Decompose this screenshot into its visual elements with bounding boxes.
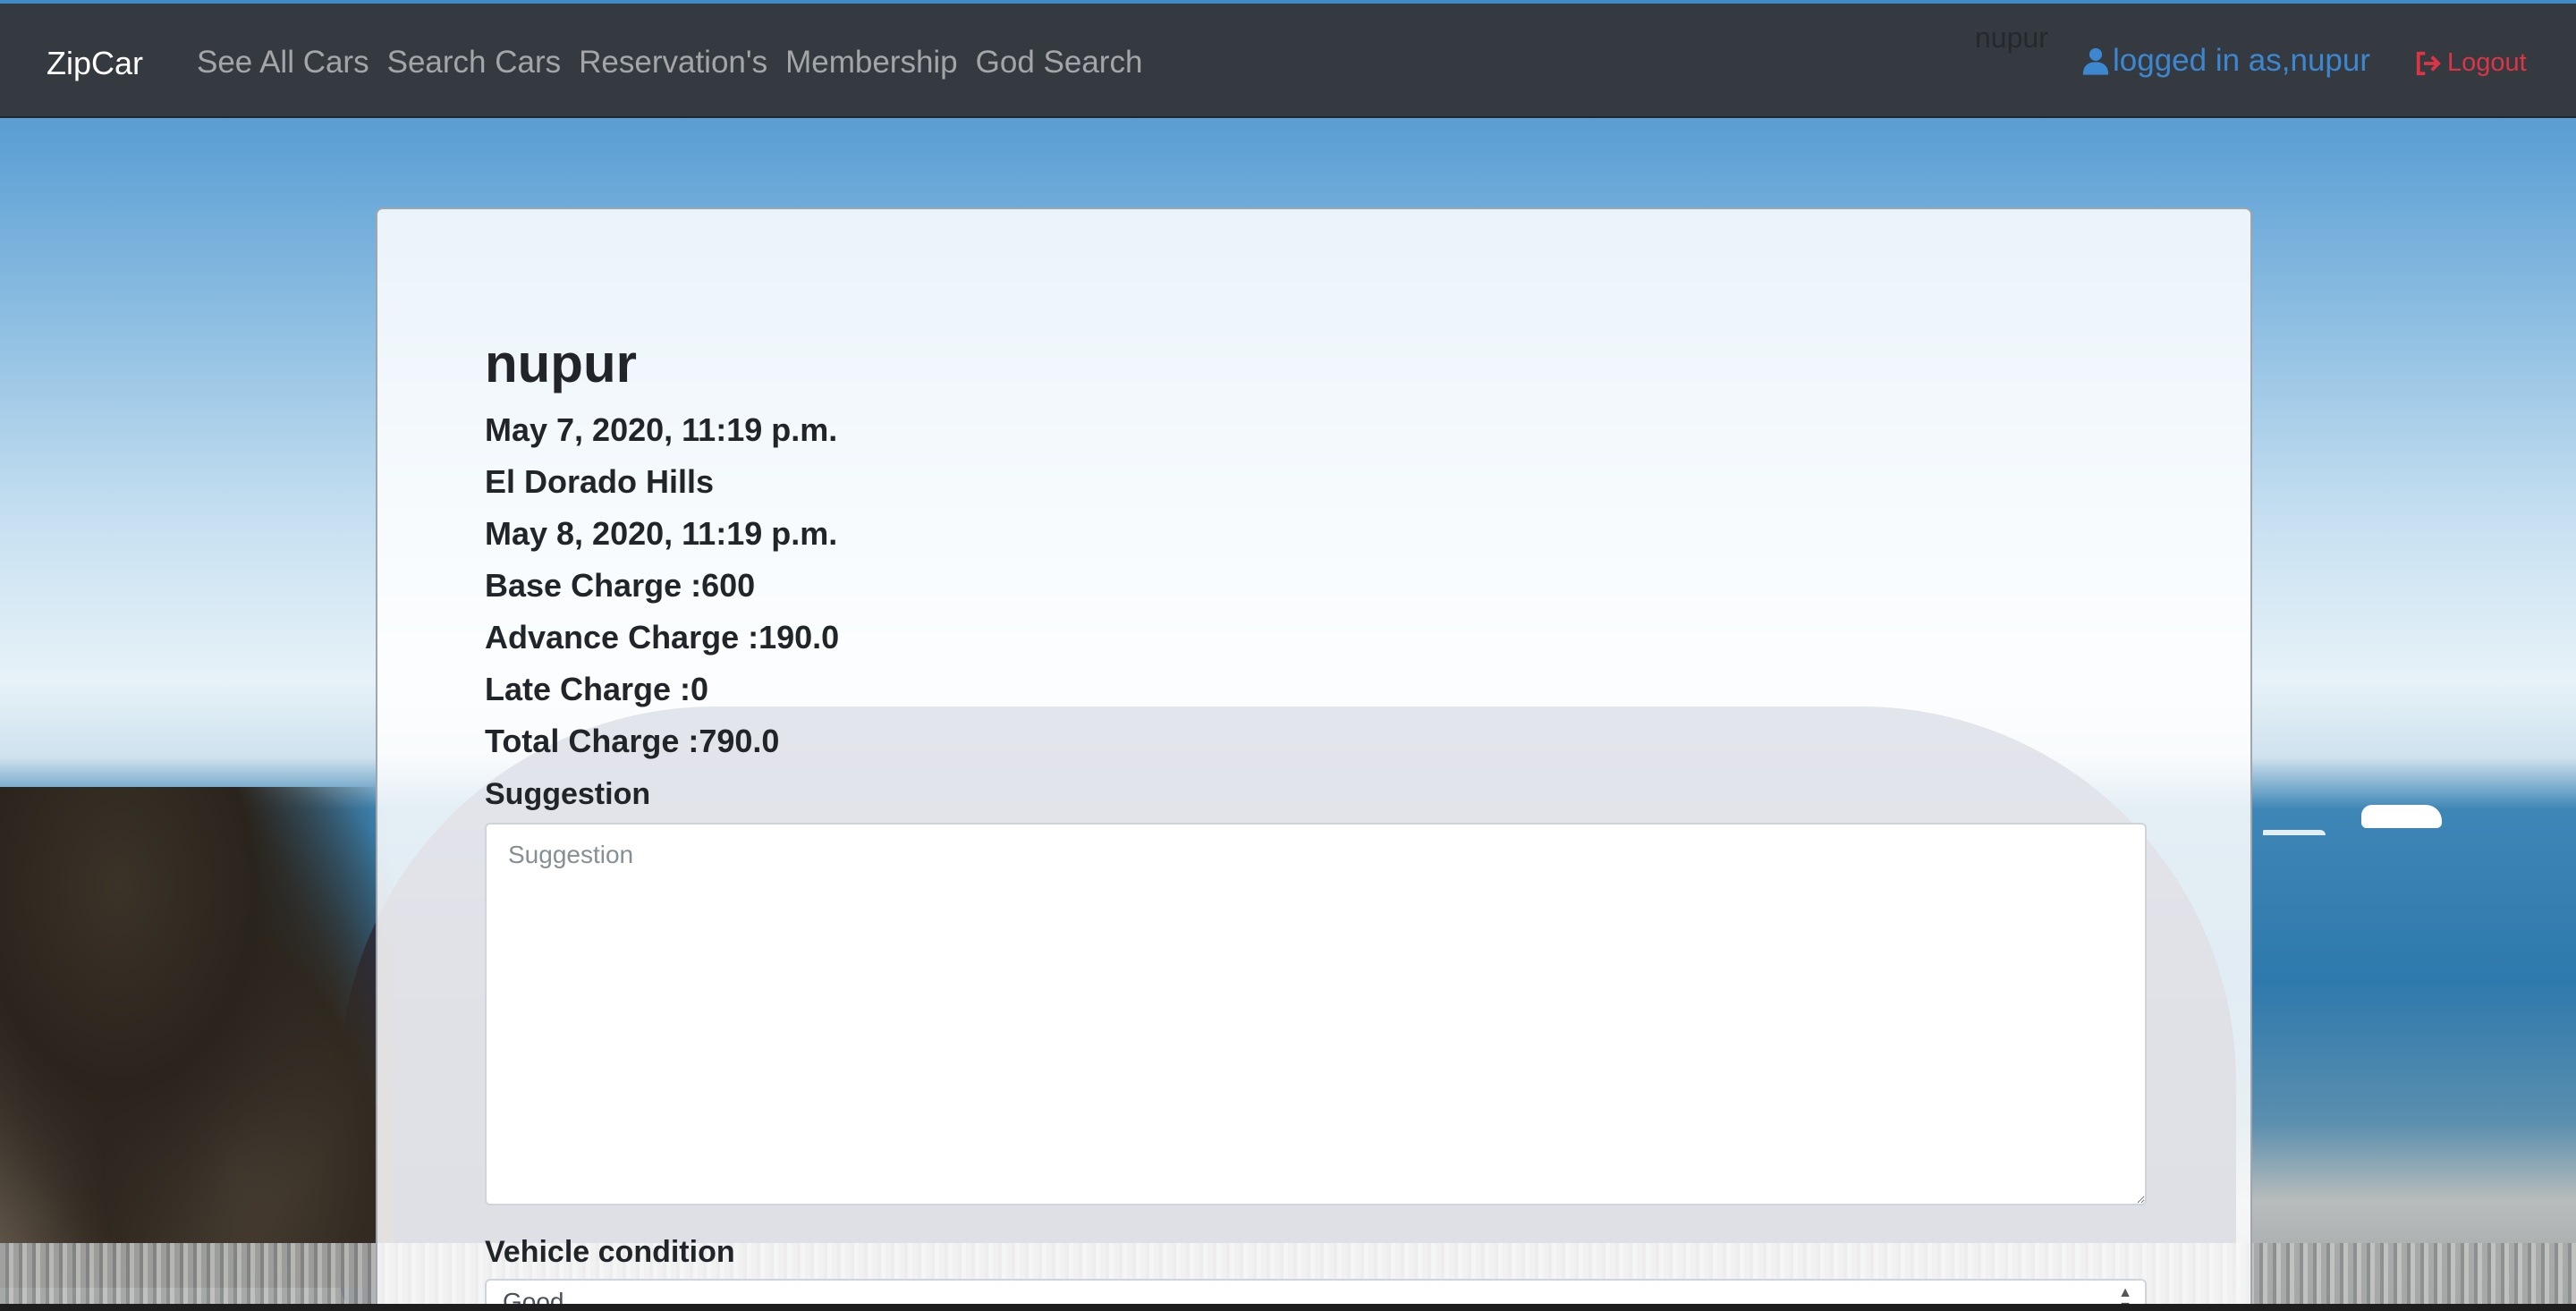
nav-link-see-all-cars[interactable]: See All Cars xyxy=(197,45,369,80)
navbar: ZipCar See All Cars Search Cars Reservat… xyxy=(0,4,2576,118)
logout-button[interactable]: Logout xyxy=(2415,48,2527,78)
nav-link-reservations[interactable]: Reservation's xyxy=(579,45,767,80)
suggestion-label: Suggestion xyxy=(485,777,651,811)
pickup-location: El Dorado Hills xyxy=(485,463,715,500)
reservation-card: nupur May 7, 2020, 11:19 p.m. El Dorado … xyxy=(376,207,2252,1311)
boat-image xyxy=(2361,805,2442,828)
nav-link-membership[interactable]: Membership xyxy=(785,45,958,80)
nav-link-search-cars[interactable]: Search Cars xyxy=(387,45,562,80)
nav-links: See All Cars Search Cars Reservation's M… xyxy=(197,45,1142,80)
reservation-details: nupur May 7, 2020, 11:19 p.m. El Dorado … xyxy=(485,333,2148,1311)
rocks-image xyxy=(0,787,394,1288)
logout-icon xyxy=(2416,51,2441,75)
user-label: logged in as,nupur xyxy=(2113,43,2370,78)
navbar-hidden-username: nupur xyxy=(1975,21,2048,54)
end-time: May 8, 2020, 11:19 p.m. xyxy=(485,515,838,552)
total-charge: Total Charge :790.0 xyxy=(485,723,780,759)
user-icon xyxy=(2082,47,2109,75)
start-time: May 7, 2020, 11:19 p.m. xyxy=(485,411,838,448)
brand-link[interactable]: ZipCar xyxy=(47,45,143,82)
logout-label: Logout xyxy=(2447,48,2527,77)
late-charge: Late Charge :0 xyxy=(485,671,709,707)
advance-charge: Advance Charge :190.0 xyxy=(485,619,840,656)
vehicle-condition-label: Vehicle condition xyxy=(485,1235,735,1269)
user-profile-link[interactable]: logged in as,nupur xyxy=(2080,43,2370,79)
nav-link-god-search[interactable]: God Search xyxy=(976,45,1143,80)
base-charge: Base Charge :600 xyxy=(485,567,756,604)
window-bottom-edge xyxy=(0,1304,2576,1311)
customer-name: nupur xyxy=(485,334,637,393)
suggestion-textarea[interactable] xyxy=(485,823,2147,1205)
